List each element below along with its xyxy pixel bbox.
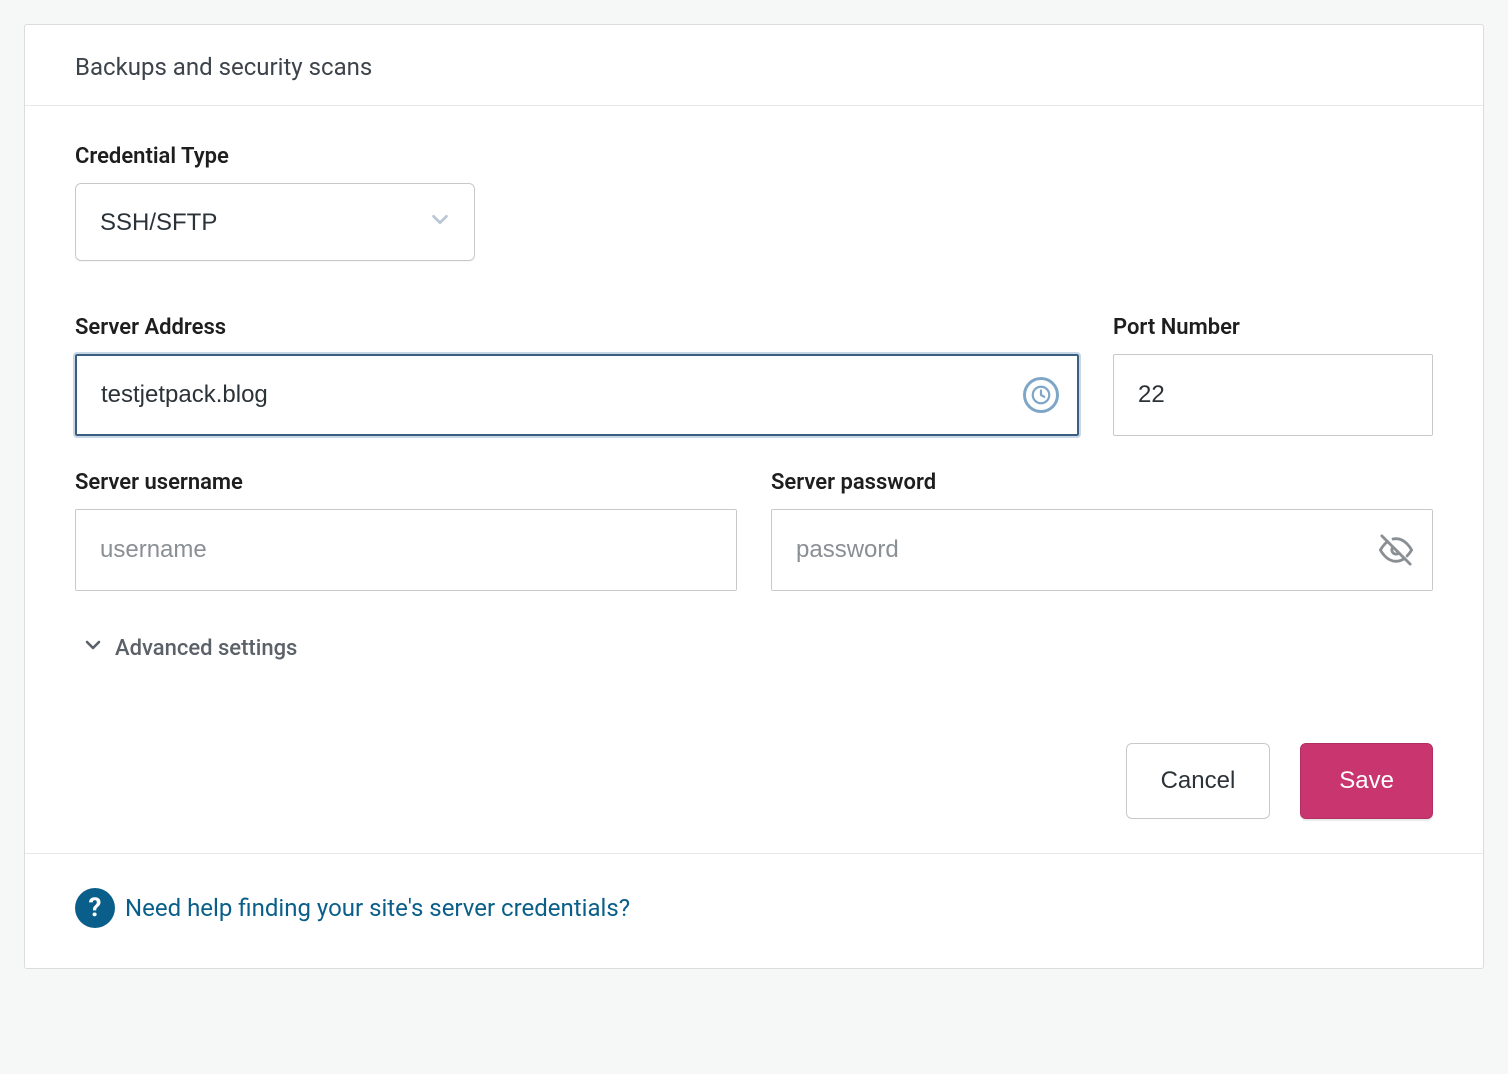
port-number-label: Port Number [1113, 315, 1433, 340]
credential-type-field: Credential Type SSH/SFTP [75, 144, 1433, 261]
card-body: Credential Type SSH/SFTP Server Address [25, 106, 1483, 853]
server-username-input[interactable] [75, 509, 737, 591]
server-password-input[interactable] [771, 509, 1433, 591]
server-password-label: Server password [771, 470, 1433, 495]
server-address-input-wrap [75, 354, 1079, 436]
advanced-settings-toggle[interactable]: Advanced settings [81, 633, 297, 663]
history-icon[interactable] [1023, 377, 1059, 413]
port-number-field: Port Number [1113, 315, 1433, 436]
eye-off-icon[interactable] [1379, 533, 1413, 567]
port-number-input[interactable] [1113, 354, 1433, 436]
server-address-field: Server Address [75, 315, 1079, 436]
address-port-row: Server Address Port Number [75, 315, 1433, 436]
help-link-text: Need help finding your site's server cre… [125, 894, 630, 922]
server-address-label: Server Address [75, 315, 1079, 340]
card-footer: ? Need help finding your site's server c… [25, 853, 1483, 968]
server-password-field: Server password [771, 470, 1433, 591]
settings-card: Backups and security scans Credential Ty… [24, 24, 1484, 969]
credentials-row: Server username Server password [75, 470, 1433, 591]
advanced-settings-label: Advanced settings [115, 636, 297, 661]
help-link[interactable]: ? Need help finding your site's server c… [75, 888, 630, 928]
server-username-field: Server username [75, 470, 737, 591]
server-username-label: Server username [75, 470, 737, 495]
credential-type-label: Credential Type [75, 144, 1433, 169]
save-button[interactable]: Save [1300, 743, 1433, 819]
server-address-input[interactable] [75, 354, 1079, 436]
credential-type-select[interactable]: SSH/SFTP [75, 183, 475, 261]
help-icon: ? [75, 888, 115, 928]
card-title: Backups and security scans [75, 53, 1433, 81]
chevron-down-icon [81, 633, 105, 663]
cancel-button[interactable]: Cancel [1126, 743, 1271, 819]
card-header: Backups and security scans [25, 25, 1483, 106]
server-password-input-wrap [771, 509, 1433, 591]
credential-type-select-wrap: SSH/SFTP [75, 183, 475, 261]
form-actions: Cancel Save [75, 743, 1433, 819]
